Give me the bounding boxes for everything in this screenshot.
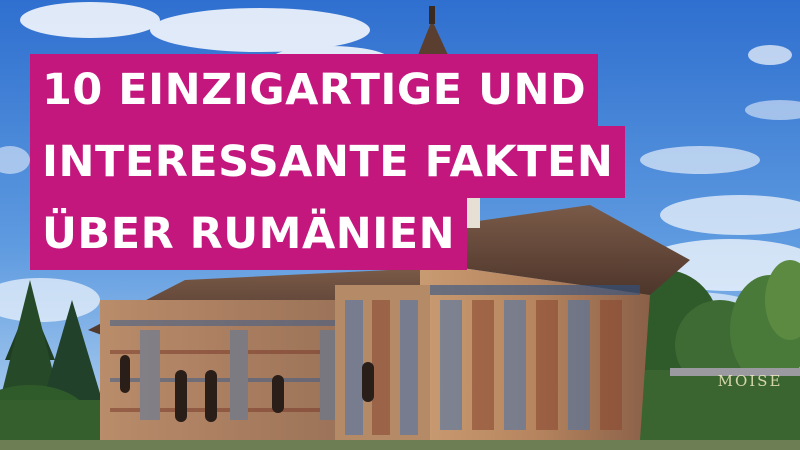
headline-line-2: INTERESSANTE FAKTEN: [30, 126, 626, 198]
headline-banner: 10 EINZIGARTIGE UND INTERESSANTE FAKTEN …: [30, 54, 626, 270]
ground: [0, 440, 800, 450]
headline-line-3: ÜBER RUMÄNIEN: [30, 198, 468, 270]
watermark: MOISE: [717, 372, 783, 390]
headline-line-1: 10 EINZIGARTIGE UND: [30, 54, 599, 126]
apse-window: [362, 362, 374, 402]
tower-cross: [429, 6, 435, 24]
